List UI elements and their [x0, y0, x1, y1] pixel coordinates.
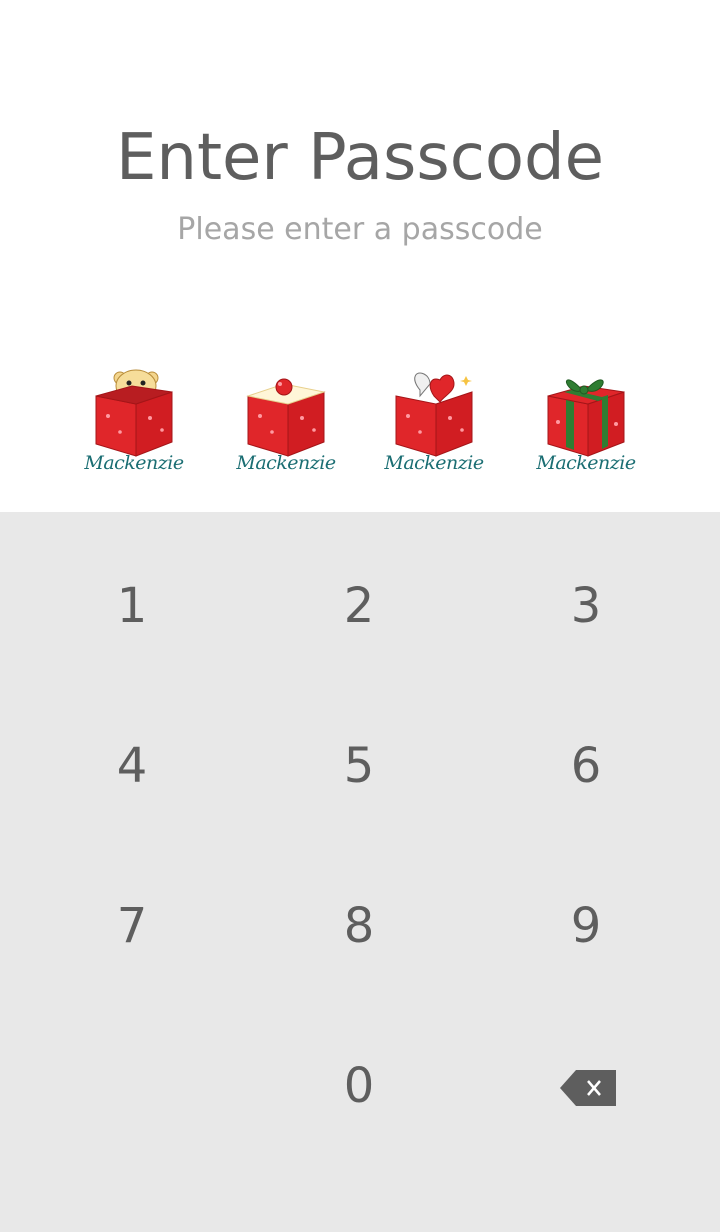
key-8[interactable]: 8: [269, 866, 449, 986]
key-1[interactable]: 1: [42, 546, 222, 666]
slot-label: Mackenzie: [384, 452, 484, 474]
passcode-slot-2: Mackenzie: [236, 366, 336, 484]
key-5[interactable]: 5: [269, 706, 449, 826]
key-3[interactable]: 3: [496, 546, 676, 666]
passcode-slot-1: Mackenzie: [84, 366, 184, 484]
number-keypad: 1 2 3 4 5 6 7 8 9 0: [0, 512, 720, 1232]
heart-gift-box-icon: [395, 372, 473, 457]
teddy-bear-gift-box-icon: [95, 369, 173, 457]
passcode-slot-4: Mackenzie: [536, 366, 636, 484]
key-9[interactable]: 9: [496, 866, 676, 986]
slot-label: Mackenzie: [84, 452, 184, 474]
ribbon-gift-box-icon: [547, 379, 625, 457]
slot-label: Mackenzie: [236, 452, 336, 474]
page-subtitle: Please enter a passcode: [177, 212, 543, 247]
header: Enter Passcode Please enter a passcode M…: [0, 0, 720, 512]
key-7[interactable]: 7: [42, 866, 222, 986]
key-0[interactable]: 0: [269, 1026, 449, 1146]
cake-gift-box-icon: [246, 378, 326, 457]
slot-label: Mackenzie: [536, 452, 636, 474]
backspace-button[interactable]: [528, 1048, 648, 1128]
key-2[interactable]: 2: [269, 546, 449, 666]
key-6[interactable]: 6: [496, 706, 676, 826]
passcode-slot-3: Mackenzie: [384, 366, 484, 484]
backspace-icon: [560, 1070, 616, 1106]
page-title: Enter Passcode: [115, 121, 605, 195]
key-4[interactable]: 4: [42, 706, 222, 826]
